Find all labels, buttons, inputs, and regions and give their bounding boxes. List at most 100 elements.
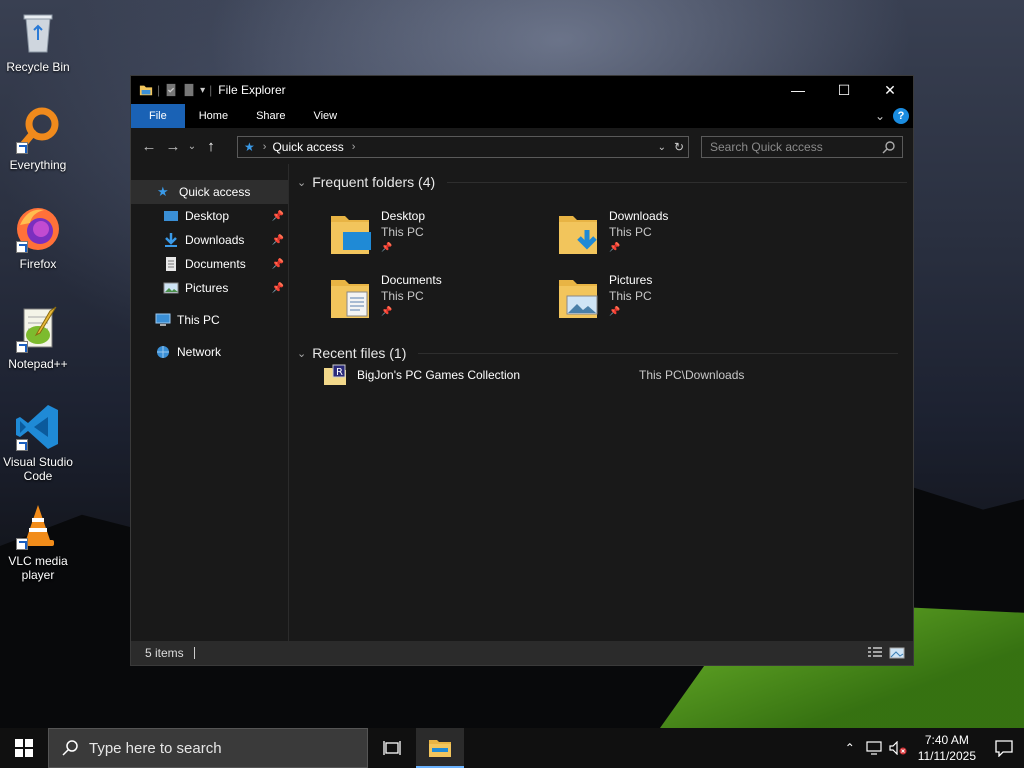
folder-tile-downloads[interactable]: Downloads This PC 📌: [557, 208, 777, 264]
maximize-button[interactable]: ☐: [821, 76, 867, 104]
recent-file-row[interactable]: R BigJon's PC Games Collection This PC\D…: [323, 364, 753, 386]
desktop-icon-label: Visual Studio Code: [3, 455, 73, 483]
search-box[interactable]: [701, 136, 903, 158]
show-hidden-icons-button[interactable]: ⌃: [838, 728, 862, 768]
minimize-button[interactable]: —: [775, 76, 821, 104]
star-icon: ★: [244, 140, 255, 154]
up-button[interactable]: ↑: [199, 134, 223, 158]
view-switcher: [867, 647, 905, 659]
pin-icon: 📌: [381, 242, 393, 252]
taskbar-search-box[interactable]: Type here to search: [48, 728, 368, 768]
address-bar[interactable]: ★ › Quick access › ⌄ ↻: [237, 136, 689, 158]
desktop-folder-icon: [329, 208, 373, 256]
navigation-bar: ← → ⌄ ↑ ★ › Quick access › ⌄ ↻: [131, 128, 913, 164]
search-input[interactable]: [702, 140, 878, 154]
breadcrumb-quick-access[interactable]: Quick access: [272, 140, 343, 154]
desktop-icon-recycle-bin[interactable]: Recycle Bin: [0, 8, 76, 74]
desktop-icon-label: Firefox: [19, 257, 57, 271]
clock[interactable]: 7:40 AM 11/11/2025: [910, 732, 984, 764]
clock-time: 7:40 AM: [924, 733, 969, 747]
shortcut-arrow-icon: [16, 142, 28, 154]
nav-item-downloads[interactable]: Downloads 📌: [131, 228, 288, 252]
nav-item-network[interactable]: Network: [131, 340, 288, 364]
title-bar[interactable]: | ▾ | File Explorer — ☐ ✕: [131, 76, 913, 104]
large-icons-view-icon[interactable]: [889, 647, 905, 659]
folder-tile-desktop[interactable]: Desktop This PC 📌: [329, 208, 549, 264]
notification-center-button[interactable]: [984, 728, 1024, 768]
task-view-button[interactable]: [368, 728, 416, 768]
chevron-right-icon[interactable]: ›: [352, 141, 356, 153]
chevron-down-icon[interactable]: ⌄: [297, 176, 306, 189]
system-tray: ⌃ 7:40 AM 11/11/2025: [838, 728, 1024, 768]
chevron-right-icon: ›: [262, 141, 267, 153]
frequent-folders-header[interactable]: ⌄ Frequent folders (4): [297, 174, 908, 190]
desktop-icon-notepad-plus-plus[interactable]: Notepad++: [0, 305, 76, 371]
nav-item-quick-access[interactable]: ★ Quick access: [131, 180, 288, 204]
item-count: 5 items: [145, 646, 184, 660]
group-divider: [447, 181, 908, 183]
downloads-icon: [165, 233, 177, 247]
search-icon: [62, 740, 78, 756]
pin-icon[interactable]: 📌: [272, 235, 284, 246]
navigation-pane: ★ Quick access Desktop 📌 Downloads 📌 Doc…: [131, 164, 289, 641]
expand-ribbon-icon[interactable]: ⌄: [875, 109, 885, 123]
taskbar-file-explorer[interactable]: [416, 728, 464, 768]
desktop-icon-vlc[interactable]: VLC media player: [0, 502, 76, 582]
refresh-icon[interactable]: ↻: [674, 140, 684, 154]
folder-tile-documents[interactable]: Documents This PC 📌: [329, 272, 549, 328]
chevron-down-icon[interactable]: ⌄: [297, 347, 306, 360]
firefox-icon: [14, 205, 62, 253]
help-button[interactable]: ?: [893, 108, 909, 124]
customize-toolbar-icon[interactable]: ▾: [200, 85, 205, 96]
quick-access-toolbar: | ▾ |: [131, 83, 212, 97]
status-bar: 5 items: [131, 641, 913, 665]
desktop-icon-vscode[interactable]: Visual Studio Code: [0, 403, 76, 483]
group-divider: [418, 352, 899, 354]
nav-item-this-pc[interactable]: This PC: [131, 308, 288, 332]
folder-location: This PC: [609, 289, 652, 303]
nav-item-label: Quick access: [179, 185, 251, 199]
new-folder-icon[interactable]: [182, 83, 196, 97]
properties-icon[interactable]: [164, 83, 178, 97]
taskbar-search-placeholder: Type here to search: [89, 739, 222, 757]
back-button[interactable]: ←: [137, 134, 161, 158]
recent-files-header[interactable]: ⌄ Recent files (1): [297, 345, 899, 361]
nav-item-label: This PC: [177, 313, 220, 327]
tab-home[interactable]: Home: [185, 104, 242, 128]
archive-file-icon: R: [324, 364, 346, 385]
nav-item-desktop[interactable]: Desktop 📌: [131, 204, 288, 228]
recent-file-path: This PC\Downloads: [639, 368, 745, 382]
folder-tile-pictures[interactable]: Pictures This PC 📌: [557, 272, 777, 328]
tab-share[interactable]: Share: [242, 104, 299, 128]
shortcut-arrow-icon: [16, 538, 28, 550]
nav-item-documents[interactable]: Documents 📌: [131, 252, 288, 276]
shortcut-arrow-icon: [16, 439, 28, 451]
tab-view[interactable]: View: [299, 104, 351, 128]
forward-button[interactable]: →: [161, 134, 185, 158]
volume-muted-icon[interactable]: [886, 728, 910, 768]
pin-icon[interactable]: 📌: [272, 211, 284, 222]
details-view-icon[interactable]: [867, 647, 883, 659]
start-button[interactable]: [0, 728, 48, 768]
recycle-bin-icon: [14, 8, 62, 56]
folder-location: This PC: [381, 225, 424, 239]
pin-icon: 📌: [381, 306, 393, 316]
tab-file[interactable]: File: [131, 104, 185, 128]
folder-name: Downloads: [609, 209, 669, 223]
network-icon[interactable]: [862, 728, 886, 768]
recent-locations-button[interactable]: ⌄: [185, 134, 199, 158]
desktop-icon-firefox[interactable]: Firefox: [0, 205, 76, 271]
desktop-icon-everything[interactable]: Everything: [0, 106, 76, 172]
folder-name: Documents: [381, 273, 442, 287]
notification-icon: [995, 740, 1013, 757]
chevron-down-icon[interactable]: ⌄: [658, 142, 666, 153]
folder-name: Desktop: [381, 209, 426, 223]
toolbar-divider: |: [209, 83, 213, 97]
close-button[interactable]: ✕: [867, 76, 913, 104]
nav-item-pictures[interactable]: Pictures 📌: [131, 276, 288, 300]
pin-icon[interactable]: 📌: [272, 259, 284, 270]
pin-icon[interactable]: 📌: [272, 283, 284, 294]
shortcut-arrow-icon: [16, 341, 28, 353]
documents-folder-icon: [329, 272, 373, 320]
nav-item-label: Desktop: [185, 209, 230, 223]
